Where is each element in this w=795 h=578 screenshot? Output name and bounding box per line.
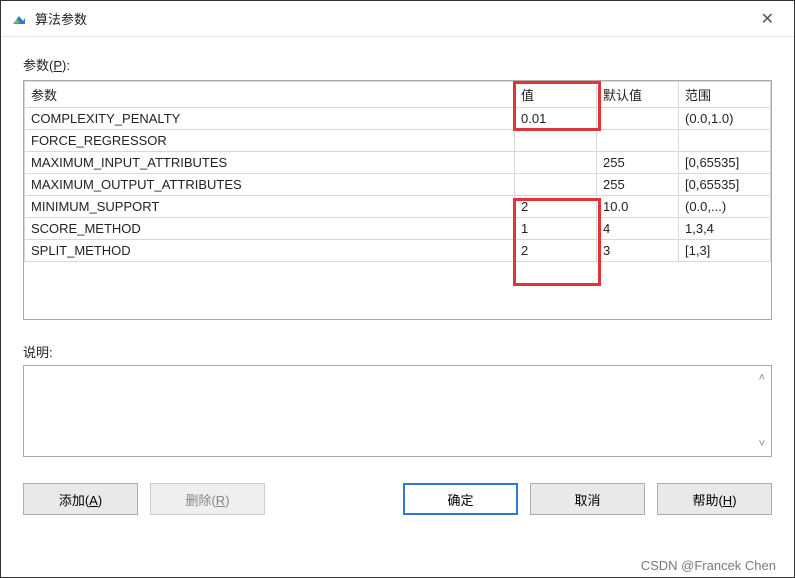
cell-default: 255	[597, 174, 679, 196]
params-table[interactable]: 参数 值 默认值 范围 COMPLEXITY_PENALTY 0.01 (0.0…	[24, 81, 771, 262]
table-row[interactable]: FORCE_REGRESSOR	[25, 130, 771, 152]
button-row: 添加(A) 删除(R) 确定 取消 帮助(H)	[23, 483, 772, 515]
cell-param: MAXIMUM_OUTPUT_ATTRIBUTES	[25, 174, 515, 196]
cell-range: (0.0,1.0)	[679, 108, 771, 130]
table-row[interactable]: COMPLEXITY_PENALTY 0.01 (0.0,1.0)	[25, 108, 771, 130]
table-row[interactable]: MAXIMUM_OUTPUT_ATTRIBUTES 255 [0,65535]	[25, 174, 771, 196]
cell-range: 1,3,4	[679, 218, 771, 240]
cell-range: (0.0,...)	[679, 196, 771, 218]
watermark-text: CSDN @Francek Chen	[641, 558, 776, 573]
cell-range: [1,3]	[679, 240, 771, 262]
table-row[interactable]: SCORE_METHOD 1 4 1,3,4	[25, 218, 771, 240]
cell-default: 10.0	[597, 196, 679, 218]
cell-default: 3	[597, 240, 679, 262]
cell-value[interactable]	[515, 152, 597, 174]
scroll-up-icon[interactable]: ˄	[759, 372, 765, 384]
help-button[interactable]: 帮助(H)	[657, 483, 772, 515]
window-title: 算法参数	[35, 9, 751, 28]
cell-range: [0,65535]	[679, 174, 771, 196]
cell-param: FORCE_REGRESSOR	[25, 130, 515, 152]
close-button[interactable]: ✕	[751, 5, 784, 33]
cell-default	[597, 130, 679, 152]
cell-value[interactable]	[515, 130, 597, 152]
remove-button: 删除(R)	[150, 483, 265, 515]
titlebar: 算法参数 ✕	[1, 1, 794, 37]
cell-value[interactable]	[515, 174, 597, 196]
cell-value[interactable]: 2	[515, 196, 597, 218]
cell-param: COMPLEXITY_PENALTY	[25, 108, 515, 130]
description-label: 说明:	[23, 342, 772, 361]
cell-param: SCORE_METHOD	[25, 218, 515, 240]
dialog-window: 算法参数 ✕ 参数(P): 参数 值 默认值 范围	[0, 0, 795, 578]
cancel-button[interactable]: 取消	[530, 483, 645, 515]
header-range[interactable]: 范围	[679, 82, 771, 108]
add-button[interactable]: 添加(A)	[23, 483, 138, 515]
cell-default: 255	[597, 152, 679, 174]
table-row[interactable]: MINIMUM_SUPPORT 2 10.0 (0.0,...)	[25, 196, 771, 218]
description-box[interactable]: ˄ ˅	[23, 365, 772, 457]
cell-param: SPLIT_METHOD	[25, 240, 515, 262]
cell-default: 4	[597, 218, 679, 240]
cell-default	[597, 108, 679, 130]
cell-range	[679, 130, 771, 152]
cell-param: MAXIMUM_INPUT_ATTRIBUTES	[25, 152, 515, 174]
header-param[interactable]: 参数	[25, 82, 515, 108]
params-table-container: 参数 值 默认值 范围 COMPLEXITY_PENALTY 0.01 (0.0…	[23, 80, 772, 320]
table-row[interactable]: SPLIT_METHOD 2 3 [1,3]	[25, 240, 771, 262]
dialog-body: 参数(P): 参数 值 默认值 范围 COMPLEXITY_PEN	[1, 37, 794, 527]
cell-param: MINIMUM_SUPPORT	[25, 196, 515, 218]
header-default[interactable]: 默认值	[597, 82, 679, 108]
scroll-down-icon[interactable]: ˅	[759, 438, 765, 450]
cell-value[interactable]: 1	[515, 218, 597, 240]
header-value[interactable]: 值	[515, 82, 597, 108]
app-icon	[11, 11, 27, 27]
ok-button[interactable]: 确定	[403, 483, 518, 515]
cell-value[interactable]: 0.01	[515, 108, 597, 130]
table-header-row: 参数 值 默认值 范围	[25, 82, 771, 108]
params-label: 参数(P):	[23, 55, 772, 74]
table-row[interactable]: MAXIMUM_INPUT_ATTRIBUTES 255 [0,65535]	[25, 152, 771, 174]
cell-range: [0,65535]	[679, 152, 771, 174]
cell-value[interactable]: 2	[515, 240, 597, 262]
